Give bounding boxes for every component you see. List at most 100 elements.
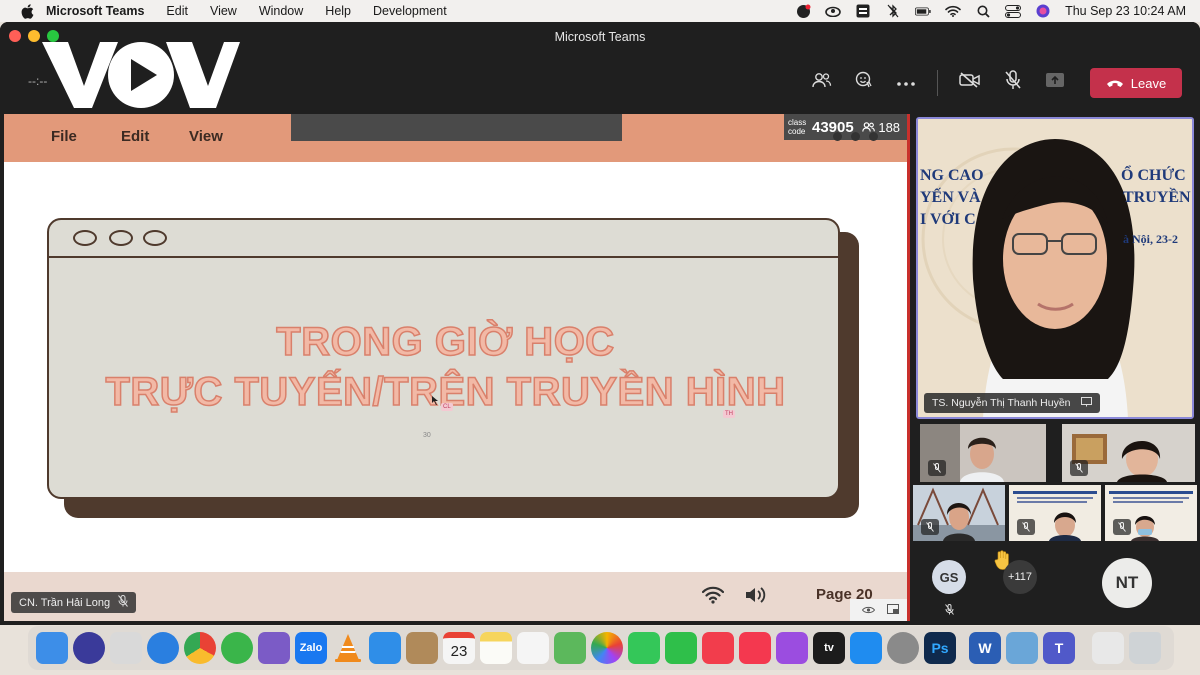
dock-app-maps[interactable] bbox=[554, 632, 586, 664]
dock-trash[interactable] bbox=[1129, 632, 1161, 664]
dock-app-zalo[interactable]: Zalo bbox=[295, 632, 327, 664]
slide-window-dot bbox=[73, 230, 97, 246]
macos-menu-bar: Microsoft Teams Edit View Window Help De… bbox=[0, 0, 1200, 22]
participant-mic-off-icon bbox=[1017, 519, 1035, 535]
participants-button[interactable] bbox=[808, 68, 836, 96]
dock-app-contacts[interactable] bbox=[406, 632, 438, 664]
reactions-button[interactable] bbox=[850, 68, 878, 96]
participant-video-tile[interactable] bbox=[920, 424, 1046, 482]
dock-app-calendar[interactable]: 23 bbox=[443, 632, 475, 664]
slide-menu-edit: Edit bbox=[121, 128, 150, 145]
menu-app-name[interactable]: Microsoft Teams bbox=[46, 4, 144, 18]
clock-display[interactable]: Thu Sep 23 10:24 AM bbox=[1065, 4, 1186, 18]
participant-count-value: 188 bbox=[878, 119, 901, 135]
wifi-icon[interactable] bbox=[945, 5, 961, 17]
dock-app-tv[interactable]: tv bbox=[813, 632, 845, 664]
creative-cloud-icon[interactable] bbox=[825, 5, 841, 17]
control-center-icon[interactable] bbox=[1005, 4, 1022, 18]
more-actions-button[interactable] bbox=[892, 68, 920, 96]
slide-window-dot bbox=[143, 230, 167, 246]
speaker-video-frame bbox=[918, 119, 1192, 417]
tv-icon: tv bbox=[824, 642, 834, 654]
vov-logo bbox=[40, 40, 240, 110]
menu-edit[interactable]: Edit bbox=[166, 4, 188, 18]
dock-app-vlc[interactable] bbox=[332, 632, 364, 664]
presenter-mic-off-icon bbox=[118, 595, 128, 610]
dock-app-photos[interactable] bbox=[591, 632, 623, 664]
menu-help[interactable]: Help bbox=[325, 4, 351, 18]
dock-app-viber[interactable] bbox=[258, 632, 290, 664]
main-speaker-video[interactable]: NG CAO Ổ CHỨC YẾN VÀ TRUYỀN I VỚI C à Nộ… bbox=[916, 117, 1194, 419]
menu-window[interactable]: Window bbox=[259, 4, 303, 18]
dock-app-chrome[interactable] bbox=[184, 632, 216, 664]
slide-small-number: 30 bbox=[423, 432, 431, 439]
dock-app-launchpad[interactable] bbox=[110, 632, 142, 664]
bluetooth-off-icon[interactable] bbox=[885, 4, 901, 18]
pop-out-icon[interactable] bbox=[886, 601, 899, 619]
dock-app-system-preferences[interactable] bbox=[887, 632, 919, 664]
vietnamese-keyboard-icon[interactable] bbox=[855, 4, 871, 18]
dock-app-facetime[interactable] bbox=[665, 632, 697, 664]
search-icon[interactable] bbox=[975, 5, 991, 18]
dock-app-finder[interactable] bbox=[36, 632, 68, 664]
dock-documents-stack[interactable] bbox=[1092, 632, 1124, 664]
menu-development[interactable]: Development bbox=[373, 4, 447, 18]
participant-video-tile[interactable] bbox=[1105, 485, 1197, 541]
apple-icon[interactable] bbox=[18, 3, 36, 19]
camera-toggle-button[interactable] bbox=[956, 68, 984, 96]
avatar-mic-off-icon bbox=[945, 602, 954, 620]
dock-app-photoshop[interactable]: Ps bbox=[924, 632, 956, 664]
dock-app-music[interactable] bbox=[739, 632, 771, 664]
siri-icon[interactable] bbox=[1035, 4, 1051, 18]
people-icon bbox=[812, 72, 832, 93]
backdrop-text-line: Ổ CHỨC bbox=[1121, 167, 1186, 184]
cursor-tag-th: TH bbox=[723, 410, 735, 418]
menu-view[interactable]: View bbox=[210, 4, 237, 18]
cursor-tag-cl: CL bbox=[441, 403, 453, 411]
backdrop-text-line: à Nội, 23-2 bbox=[1123, 232, 1178, 246]
participant-avatar-gs[interactable]: GS bbox=[932, 560, 966, 594]
dock-app-preview[interactable] bbox=[1006, 632, 1038, 664]
participant-mic-off-icon bbox=[928, 460, 946, 476]
shared-screen: File Edit View class code 43905 188 TRON… bbox=[4, 114, 910, 621]
minimize-window-button[interactable] bbox=[28, 30, 40, 42]
share-tray-icon bbox=[1045, 72, 1065, 93]
view-controls bbox=[850, 599, 910, 621]
dock-app-podcasts[interactable] bbox=[776, 632, 808, 664]
macos-dock: Zalo 23 tv Ps W T bbox=[28, 626, 1174, 670]
backdrop-text-line: TRUYỀN bbox=[1123, 189, 1191, 206]
eye-icon[interactable] bbox=[861, 601, 875, 619]
mic-toggle-button[interactable] bbox=[999, 68, 1027, 96]
participant-video-tile[interactable] bbox=[1062, 424, 1195, 482]
dock-app-safari[interactable] bbox=[147, 632, 179, 664]
dock-app-notes[interactable] bbox=[480, 632, 512, 664]
participant-video-tile[interactable] bbox=[913, 485, 1005, 541]
mic-off-icon bbox=[1004, 69, 1022, 95]
mouse-cursor-icon bbox=[432, 392, 439, 410]
participant-mic-off-icon bbox=[1113, 519, 1131, 535]
dock-app-news[interactable] bbox=[702, 632, 734, 664]
leave-button[interactable]: Leave bbox=[1090, 68, 1182, 98]
dock-app-mail[interactable] bbox=[369, 632, 401, 664]
participant-mic-off-icon bbox=[921, 519, 939, 535]
participant-mic-off-icon bbox=[1070, 460, 1088, 476]
dock-app-reminders[interactable] bbox=[517, 632, 549, 664]
battery-icon[interactable] bbox=[915, 5, 931, 17]
dock-app-app-store[interactable] bbox=[850, 632, 882, 664]
close-window-button[interactable] bbox=[9, 30, 21, 42]
main-speaker-name-tag: TS. Nguyễn Thị Thanh Huyền bbox=[924, 393, 1100, 413]
presentation-control-bar bbox=[291, 114, 622, 141]
dock-app-siri[interactable] bbox=[73, 632, 105, 664]
dock-app-duolingo[interactable] bbox=[221, 632, 253, 664]
participant-video-tile[interactable] bbox=[1009, 485, 1101, 541]
dock-app-messages[interactable] bbox=[628, 632, 660, 664]
share-content-button[interactable] bbox=[1041, 68, 1069, 96]
dock-app-teams[interactable]: T bbox=[1043, 632, 1075, 664]
messenger-icon[interactable] bbox=[795, 4, 811, 18]
overflow-participants-button[interactable]: +117 bbox=[1003, 560, 1037, 594]
screen-right-border bbox=[907, 114, 910, 621]
video-gallery: NG CAO Ổ CHỨC YẾN VÀ TRUYỀN I VỚI C à Nộ… bbox=[912, 114, 1200, 621]
participant-avatar-nt[interactable]: NT bbox=[1102, 558, 1152, 608]
dock-app-word[interactable]: W bbox=[969, 632, 1001, 664]
overflow-count: +117 bbox=[1008, 571, 1032, 583]
